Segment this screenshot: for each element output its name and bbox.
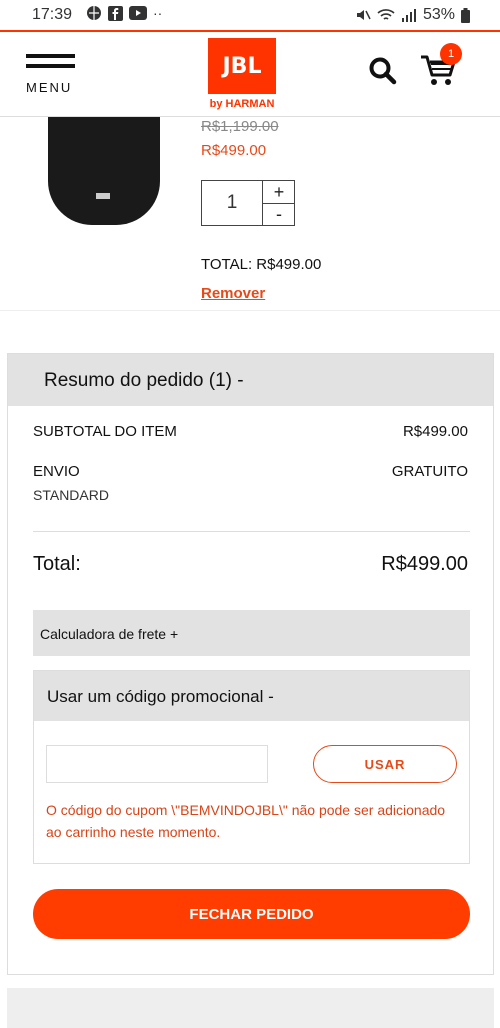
order-total-value: R$499.00 — [381, 553, 468, 575]
signal-icon — [401, 9, 416, 22]
sale-price: R$499.00 — [201, 142, 267, 159]
logo-mark: JBL — [208, 38, 276, 94]
checkout-button[interactable]: FECHAR PEDIDO — [33, 889, 470, 939]
quantity-value[interactable]: 1 — [202, 181, 263, 225]
youtube-icon — [129, 6, 147, 20]
subtotal-value: R$499.00 — [402, 423, 468, 440]
jbl-logo[interactable]: JBL by HARMAN — [206, 38, 278, 114]
order-total-label: Total: — [33, 553, 81, 575]
promo-code-input[interactable] — [46, 745, 268, 783]
menu-label: MENU — [26, 80, 73, 95]
divider — [33, 531, 470, 532]
quantity-decrease-button[interactable]: - — [263, 204, 295, 225]
quantity-stepper: 1 + - — [201, 180, 295, 226]
promo-error-message: O código do cupom \"BEMVINDOJBL\" não po… — [46, 802, 446, 840]
logo-harman: by HARMAN — [209, 98, 275, 110]
quantity-increase-button[interactable]: + — [263, 181, 295, 204]
globe-icon — [87, 6, 101, 20]
status-bar: 17:39 ·· 53% — [0, 0, 500, 30]
shipping-label: ENVIO — [33, 463, 80, 480]
item-total: TOTAL: R$499.00 — [201, 256, 322, 273]
search-icon[interactable] — [368, 56, 398, 86]
mute-icon — [356, 10, 371, 20]
freight-calculator-toggle[interactable]: Calculadora de frete + — [33, 610, 470, 656]
divider — [0, 310, 500, 311]
order-summary: Resumo do pedido (1) - SUBTOTAL DO ITEM … — [7, 353, 494, 975]
site-header: MENU JBL by HARMAN 1 — [0, 32, 500, 117]
battery-percent: 53% — [422, 6, 455, 23]
freight-calculator-label: Calculadora de frete + — [40, 626, 179, 642]
footer-panel — [7, 988, 494, 1028]
subtotal-label: SUBTOTAL DO ITEM — [33, 423, 177, 440]
more-dots-icon: ·· — [153, 5, 163, 21]
status-time: 17:39 — [32, 6, 73, 23]
old-price: R$1,199.00 — [201, 118, 279, 135]
shipping-value: GRATUITO — [391, 463, 468, 480]
order-summary-header[interactable]: Resumo do pedido (1) - — [8, 354, 493, 406]
menu-button[interactable]: MENU — [26, 54, 78, 104]
order-summary-title: Resumo do pedido (1) - — [44, 370, 244, 391]
status-right: 53% — [355, 6, 470, 24]
battery-icon — [461, 7, 470, 23]
menu-bar-icon — [26, 54, 75, 58]
notification-icons: ·· — [86, 5, 162, 21]
shipping-method: STANDARD — [33, 487, 109, 503]
wifi-icon — [377, 9, 395, 20]
facebook-icon — [108, 5, 123, 21]
remove-item-link[interactable]: Remover — [201, 285, 265, 302]
product-image[interactable] — [48, 117, 160, 225]
cart-count-badge: 1 — [440, 43, 462, 65]
promo-code-header[interactable]: Usar um código promocional - — [34, 671, 469, 721]
menu-bar-icon — [26, 64, 75, 68]
promo-code-title: Usar um código promocional - — [47, 687, 274, 706]
promo-code-section: Usar um código promocional - USAR O códi… — [33, 670, 470, 864]
apply-promo-button[interactable]: USAR — [313, 745, 457, 783]
product-logo-tag — [96, 193, 110, 199]
